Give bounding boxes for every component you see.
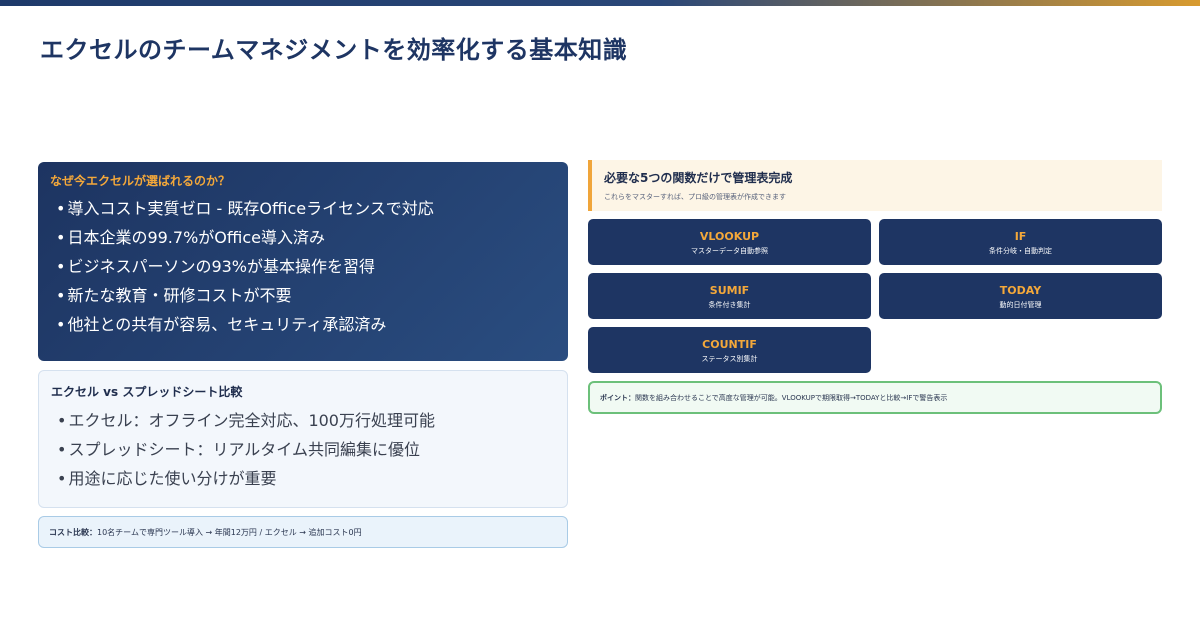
list-item: ビジネスパーソンの93%が基本操作を習得 xyxy=(56,252,556,281)
why-excel-panel: なぜ今エクセルが選ばれるのか？ 導入コスト実質ゼロ - 既存Officeライセン… xyxy=(38,162,568,361)
comparison-panel: エクセル vs スプレッドシート比較 エクセル：オフライン完全対応、100万行処… xyxy=(38,370,568,508)
top-accent-bar xyxy=(0,0,1200,6)
comparison-title: エクセル vs スプレッドシート比較 xyxy=(51,385,243,399)
function-description: ステータス別集計 xyxy=(701,355,758,363)
list-item: 導入コスト実質ゼロ - 既存Officeライセンスで対応 xyxy=(56,194,556,223)
functions-subtitle: これらをマスターすれば、プロ級の管理表が作成できます xyxy=(604,193,786,201)
point-text: 関数を組み合わせることで高度な管理が可能。VLOOKUPで期限取得→TODAYと… xyxy=(635,393,948,402)
function-description: 動的日付管理 xyxy=(999,301,1042,309)
function-description: マスターデータ自動参照 xyxy=(691,247,768,255)
cost-label: コスト比較： xyxy=(49,527,97,537)
function-name: IF xyxy=(1014,230,1027,243)
list-item: 用途に応じた使い分けが重要 xyxy=(57,464,555,493)
page-title: エクセルのチームマネジメントを効率化する基本知識 xyxy=(40,36,628,64)
list-item: 他社との共有が容易、セキュリティ承認済み xyxy=(56,310,556,339)
function-card-countif: COUNTIF ステータス別集計 xyxy=(588,327,871,373)
cost-text: 10名チームで専門ツール導入 → 年間12万円 / エクセル → 追加コスト0円 xyxy=(97,527,362,537)
list-item: スプレッドシート：リアルタイム共同編集に優位 xyxy=(57,435,555,464)
function-card-vlookup: VLOOKUP マスターデータ自動参照 xyxy=(588,219,871,265)
functions-header: 必要な5つの関数だけで管理表完成 これらをマスターすれば、プロ級の管理表が作成で… xyxy=(588,160,1162,211)
cost-comparison-note: コスト比較： 10名チームで専門ツール導入 → 年間12万円 / エクセル → … xyxy=(38,516,568,548)
function-description: 条件分岐・自動判定 xyxy=(989,247,1052,255)
point-label: ポイント： xyxy=(600,393,635,402)
function-description: 条件付き集計 xyxy=(708,301,751,309)
why-excel-list: 導入コスト実質ゼロ - 既存Officeライセンスで対応 日本企業の99.7%が… xyxy=(50,194,556,339)
why-excel-title: なぜ今エクセルが選ばれるのか？ xyxy=(50,174,231,188)
list-item: 新たな教育・研修コストが不要 xyxy=(56,281,556,310)
function-name: VLOOKUP xyxy=(699,230,760,243)
function-card-if: IF 条件分岐・自動判定 xyxy=(879,219,1162,265)
function-card-sumif: SUMIF 条件付き集計 xyxy=(588,273,871,319)
list-item: エクセル：オフライン完全対応、100万行処理可能 xyxy=(57,406,555,435)
function-name: COUNTIF xyxy=(702,338,757,351)
functions-title: 必要な5つの関数だけで管理表完成 xyxy=(604,171,793,185)
comparison-list: エクセル：オフライン完全対応、100万行処理可能 スプレッドシート：リアルタイム… xyxy=(51,406,555,493)
function-name: TODAY xyxy=(999,284,1042,297)
function-card-today: TODAY 動的日付管理 xyxy=(879,273,1162,319)
function-name: SUMIF xyxy=(709,284,750,297)
list-item: 日本企業の99.7%がOffice導入済み xyxy=(56,223,556,252)
point-note: ポイント： 関数を組み合わせることで高度な管理が可能。VLOOKUPで期限取得→… xyxy=(588,381,1162,414)
